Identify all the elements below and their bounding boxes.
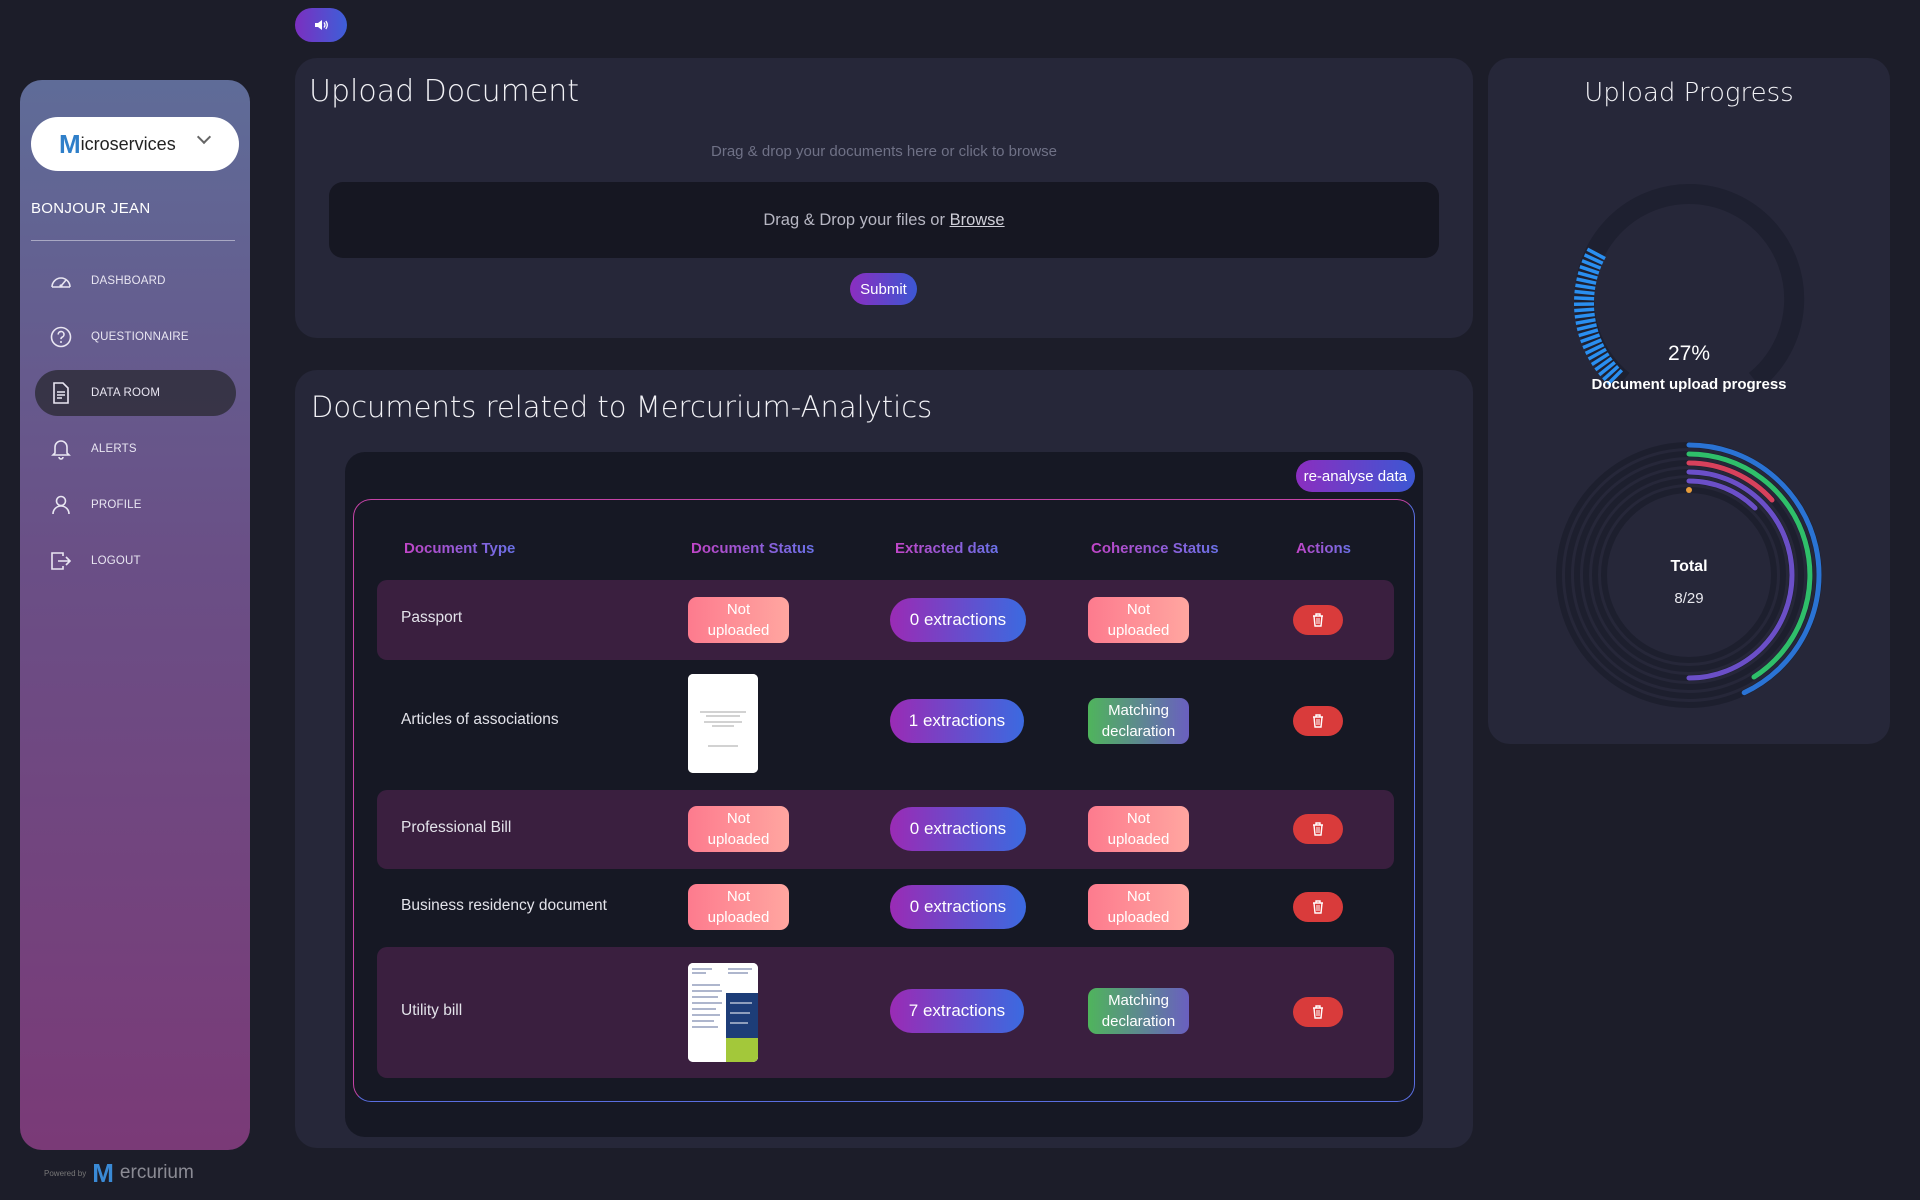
progress-percent: 27% — [1667, 342, 1711, 365]
total-label: Total — [1670, 558, 1708, 575]
progress-title: Upload Progress — [1584, 78, 1794, 108]
powered-by-label: Powered by — [44, 1168, 87, 1178]
document-type: Articles of associations — [401, 711, 559, 728]
coherence-badge: Not uploaded — [1088, 806, 1189, 852]
chevron-down-icon — [196, 129, 212, 145]
document-type: Professional Bill — [401, 819, 512, 836]
sidebar-divider — [31, 240, 235, 241]
bell-icon — [49, 437, 73, 461]
coherence-badge: Matching declaration — [1088, 698, 1189, 744]
sidebar-item-dashboard[interactable]: DASHBOARD — [35, 258, 236, 304]
status-badge: Not uploaded — [688, 597, 789, 643]
gauge-tick — [1574, 289, 1595, 296]
document-type: Business residency document — [401, 897, 607, 914]
trash-icon — [1313, 822, 1323, 836]
coherence-badge: Matching declaration — [1088, 988, 1189, 1034]
user-greeting: BONJOUR JEAN — [31, 200, 151, 217]
document-type: Utility bill — [401, 1002, 463, 1019]
sidebar-item-label: ALERTS — [91, 443, 137, 455]
progress-label: Document upload progress — [1591, 376, 1787, 393]
delete-button[interactable] — [1293, 814, 1343, 844]
table-row: Articles of associations 1 extractions M… — [377, 671, 1394, 773]
trash-icon — [1313, 714, 1323, 728]
upload-title: Upload Document — [309, 74, 580, 109]
extractions-button[interactable]: 0 extractions — [890, 807, 1026, 851]
question-icon — [49, 325, 73, 349]
user-icon — [49, 493, 73, 517]
extractions-button[interactable]: 0 extractions — [890, 885, 1026, 929]
sidebar-item-profile[interactable]: PROFILE — [35, 482, 236, 528]
radial-dot-orange — [1686, 487, 1692, 493]
gauge-tick — [1574, 312, 1595, 319]
column-header: Extracted data — [895, 540, 999, 557]
workspace-selector[interactable]: M icroservices — [31, 117, 239, 171]
sidebar-item-questionnaire[interactable]: QUESTIONNAIRE — [35, 314, 236, 360]
extractions-button[interactable]: 1 extractions — [890, 699, 1024, 743]
coherence-badge: Not uploaded — [1088, 597, 1189, 643]
column-header: Actions — [1296, 540, 1352, 557]
sidebar: M icroservices BONJOUR JEAN DASHBOARD QU… — [20, 80, 250, 1150]
table-header: Document Type Document Status Extracted … — [354, 540, 1414, 560]
sidebar-item-label: DASHBOARD — [91, 275, 166, 287]
document-thumbnail[interactable] — [688, 963, 758, 1062]
gauge-tick — [1574, 296, 1595, 301]
sidebar-item-label: PROFILE — [91, 499, 142, 511]
documents-panel: re-analyse data Document Type Document S… — [345, 452, 1423, 1137]
browse-link[interactable]: Browse — [950, 211, 1005, 230]
total-value: 8/29 — [1674, 590, 1704, 607]
brand-name: icroservices — [80, 133, 176, 154]
submit-button[interactable]: Submit — [850, 273, 917, 305]
document-thumbnail[interactable] — [688, 674, 758, 773]
documents-title: Documents related to Mercurium-Analytics — [311, 390, 933, 424]
sidebar-item-logout[interactable]: LOGOUT — [35, 538, 236, 584]
powered-by: Powered by M ercurium — [44, 1160, 194, 1186]
upload-card: Upload Document Drag & drop your documen… — [295, 58, 1473, 338]
table-row: Professional Bill Not uploaded 0 extracti… — [377, 790, 1394, 869]
delete-button[interactable] — [1293, 892, 1343, 922]
mercurium-brand: ercurium — [119, 1162, 194, 1183]
brand-logo-icon: M — [59, 128, 81, 159]
trash-icon — [1313, 613, 1323, 627]
upload-hint: Drag & drop your documents here or click… — [711, 143, 1057, 160]
sound-button[interactable] — [295, 8, 347, 42]
delete-button[interactable] — [1293, 605, 1343, 635]
reanalyse-button[interactable]: re-analyse data — [1295, 460, 1415, 492]
trash-icon — [1313, 900, 1323, 914]
coherence-badge: Not uploaded — [1088, 884, 1189, 930]
logout-icon — [49, 549, 73, 573]
document-icon — [49, 381, 73, 405]
table-row: Passport Not uploaded 0 extractions Not up… — [377, 580, 1394, 660]
sidebar-item-data-room[interactable]: DATA ROOM — [35, 370, 236, 416]
upload-progress-gauge — [1573, 184, 1805, 389]
gauge-tick — [1574, 307, 1595, 313]
dropzone-text: Drag & Drop your files or — [763, 210, 945, 229]
table-row: Business residency document Not uploaded … — [377, 876, 1394, 938]
sidebar-item-label: DATA ROOM — [91, 387, 161, 399]
document-type: Passport — [401, 609, 463, 626]
extractions-button[interactable]: 0 extractions — [890, 598, 1026, 642]
delete-button[interactable] — [1293, 997, 1343, 1027]
sidebar-item-label: LOGOUT — [91, 555, 141, 567]
sidebar-item-alerts[interactable]: ALERTS — [35, 426, 236, 472]
documents-table: Document Type Document Status Extracted … — [353, 499, 1415, 1102]
status-badge: Not uploaded — [688, 806, 789, 852]
trash-icon — [1313, 1005, 1323, 1019]
column-header: Document Type — [404, 540, 516, 557]
sidebar-item-label: QUESTIONNAIRE — [91, 331, 189, 343]
upload-progress-card: Upload Progress 27% Document upload prog… — [1488, 58, 1890, 744]
table-row: Utility bill 7 extractions Matching decla… — [377, 947, 1394, 1078]
status-badge: Not uploaded — [688, 884, 789, 930]
mercurium-logo-icon: M — [92, 1158, 114, 1188]
documents-card: Documents related to Mercurium-Analytics… — [295, 370, 1473, 1148]
sidebar-nav: DASHBOARD QUESTIONNAIRE DATA ROOM ALERTS… — [35, 258, 236, 594]
extractions-button[interactable]: 7 extractions — [890, 989, 1024, 1033]
column-header: Document Status — [691, 540, 815, 557]
file-dropzone[interactable]: Drag & Drop your files or Browse — [329, 182, 1439, 258]
column-header: Coherence Status — [1091, 540, 1219, 557]
speaker-icon — [315, 20, 328, 30]
gauge-icon — [49, 269, 73, 293]
delete-button[interactable] — [1293, 706, 1343, 736]
